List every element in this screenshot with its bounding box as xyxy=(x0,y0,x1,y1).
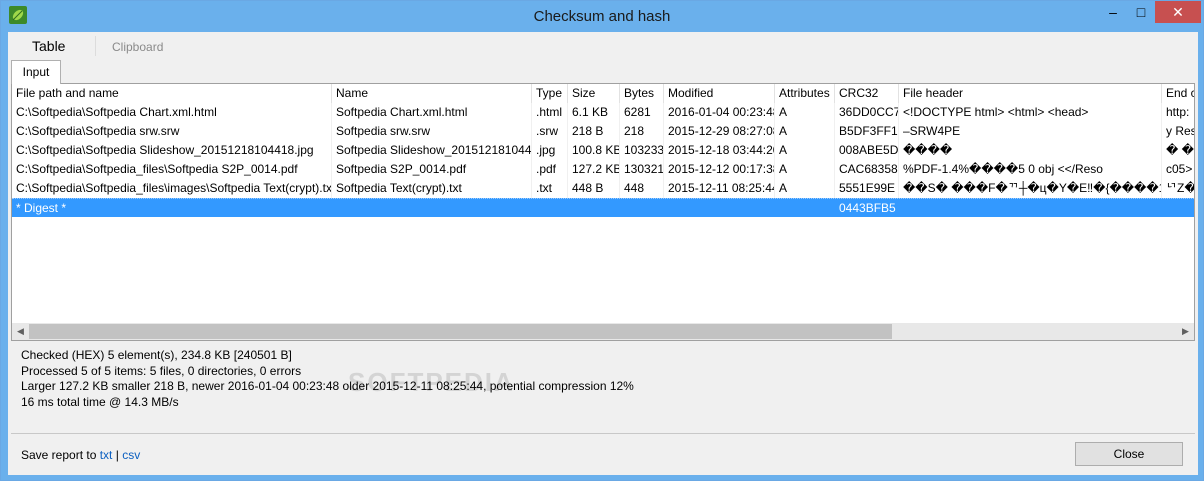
table-header: File path and name Name Type Size Bytes … xyxy=(12,84,1194,103)
column-header-path[interactable]: File path and name xyxy=(12,84,332,103)
cell-modified: 2015-12-12 00:17:38 xyxy=(664,160,775,179)
table-row[interactable]: C:\Softpedia\Softpedia srw.srw Softpedia… xyxy=(12,122,1194,141)
column-header-modified[interactable]: Modified xyxy=(664,84,775,103)
app-window: Checksum and hash – □ ✕ Table Clipboard … xyxy=(0,0,1204,481)
client-area: Table Clipboard Input File path and name… xyxy=(8,32,1198,475)
cell-file-header: <!DOCTYPE html> <html> <head> xyxy=(899,103,1162,122)
column-header-size[interactable]: Size xyxy=(568,84,620,103)
maximize-button[interactable]: □ xyxy=(1127,1,1155,23)
cell-crc32: 008ABE5D xyxy=(835,141,899,160)
status-line-checked: Checked (HEX) 5 element(s), 234.8 KB [24… xyxy=(21,348,292,362)
cell-modified: 2015-12-18 03:44:20 xyxy=(664,141,775,160)
cell-file-header: %PDF-1.4%����5 0 obj <</Reso xyxy=(899,160,1162,179)
cell-crc32: 36DD0CC7 xyxy=(835,103,899,122)
cell-attributes: A xyxy=(775,141,835,160)
table-row[interactable]: C:\Softpedia\Softpedia Chart.xml.html So… xyxy=(12,103,1194,122)
table-row[interactable]: C:\Softpedia\Softpedia_files\images\Soft… xyxy=(12,179,1194,198)
scrollbar-thumb[interactable] xyxy=(29,324,892,339)
column-header-attributes[interactable]: Attributes xyxy=(775,84,835,103)
cell-file-header: ��S� ���F�ᄁ┼�ц�Y�E‼�{����1�[ xyxy=(899,179,1162,198)
table-row[interactable]: C:\Softpedia\Softpedia Slideshow_2015121… xyxy=(12,141,1194,160)
cell-crc32: 5551E99E xyxy=(835,179,899,198)
cell-size: 218 B xyxy=(568,122,620,141)
cell-type: .txt xyxy=(532,179,568,198)
tab-clipboard[interactable]: Clipboard xyxy=(112,40,163,54)
save-txt-link[interactable]: txt xyxy=(100,448,113,462)
cell-type: .pdf xyxy=(532,160,568,179)
divider xyxy=(11,433,1195,434)
cell-name: Softpedia srw.srw xyxy=(332,122,532,141)
save-csv-link[interactable]: csv xyxy=(122,448,140,462)
tab-table[interactable]: Table xyxy=(32,38,65,54)
cell-end: ᄓZ�ᆉ xyxy=(1162,179,1194,198)
cell-name: Softpedia Slideshow_20151218104418.jpg xyxy=(332,141,532,160)
tab-input[interactable]: Input xyxy=(11,60,61,84)
column-header-end[interactable]: End c xyxy=(1162,84,1194,103)
save-report: Save report to txt | csv xyxy=(21,448,140,462)
cell-path: C:\Softpedia\Softpedia_files\images\Soft… xyxy=(12,179,332,198)
cell-path: C:\Softpedia\Softpedia srw.srw xyxy=(12,122,332,141)
results-table[interactable]: File path and name Name Type Size Bytes … xyxy=(11,83,1195,341)
top-tab-bar: Table Clipboard xyxy=(8,32,1198,60)
column-header-file-header[interactable]: File header xyxy=(899,84,1162,103)
title-bar[interactable]: Checksum and hash – □ ✕ xyxy=(1,1,1203,32)
cell-bytes: 130321 xyxy=(620,160,664,179)
cell-file-header: –SRW4PE xyxy=(899,122,1162,141)
close-window-button[interactable]: ✕ xyxy=(1155,1,1201,23)
cell-path: C:\Softpedia\Softpedia Chart.xml.html xyxy=(12,103,332,122)
cell-bytes: 6281 xyxy=(620,103,664,122)
cell-attributes: A xyxy=(775,160,835,179)
cell-end: http: xyxy=(1162,103,1194,122)
cell-name: Softpedia Chart.xml.html xyxy=(332,103,532,122)
status-line-processed: Processed 5 of 5 items: 5 files, 0 direc… xyxy=(21,363,302,378)
minimize-button[interactable]: – xyxy=(1099,1,1127,23)
digest-crc32: 0443BFB5 xyxy=(839,201,896,215)
cell-end: y Res xyxy=(1162,122,1194,141)
cell-type: .jpg xyxy=(532,141,568,160)
status-line-time: 16 ms total time @ 14.3 MB/s xyxy=(21,394,179,409)
cell-bytes: 103233 xyxy=(620,141,664,160)
cell-attributes: A xyxy=(775,179,835,198)
window-title: Checksum and hash xyxy=(533,8,671,25)
cell-modified: 2016-01-04 00:23:48 xyxy=(664,103,775,122)
scroll-left-arrow-icon[interactable]: ◀ xyxy=(12,323,29,340)
column-header-bytes[interactable]: Bytes xyxy=(620,84,664,103)
cell-attributes: A xyxy=(775,122,835,141)
cell-modified: 2015-12-11 08:25:44 xyxy=(664,179,775,198)
digest-row[interactable]: * Digest * 0443BFB5 xyxy=(12,198,1194,217)
digest-label: * Digest * xyxy=(16,201,67,215)
cell-end: c05> xyxy=(1162,160,1194,179)
horizontal-scrollbar[interactable]: ◀ ▶ xyxy=(12,323,1194,340)
column-header-type[interactable]: Type xyxy=(532,84,568,103)
cell-bytes: 448 xyxy=(620,179,664,198)
cell-attributes: A xyxy=(775,103,835,122)
cell-path: C:\Softpedia\Softpedia_files\Softpedia S… xyxy=(12,160,332,179)
cell-size: 6.1 KB xyxy=(568,103,620,122)
cell-type: .html xyxy=(532,103,568,122)
scroll-right-arrow-icon[interactable]: ▶ xyxy=(1177,323,1194,340)
cell-crc32: CAC68358 xyxy=(835,160,899,179)
save-report-label: Save report to xyxy=(21,448,97,462)
cell-bytes: 218 xyxy=(620,122,664,141)
column-header-crc32[interactable]: CRC32 xyxy=(835,84,899,103)
column-header-name[interactable]: Name xyxy=(332,84,532,103)
cell-size: 100.8 KB xyxy=(568,141,620,160)
cell-crc32: B5DF3FF1 xyxy=(835,122,899,141)
cell-end: � � xyxy=(1162,141,1194,160)
cell-modified: 2015-12-29 08:27:08 xyxy=(664,122,775,141)
cell-size: 127.2 KB xyxy=(568,160,620,179)
cell-file-header: ���� xyxy=(899,141,1162,160)
cell-name: Softpedia Text(crypt).txt xyxy=(332,179,532,198)
cell-path: C:\Softpedia\Softpedia Slideshow_2015121… xyxy=(12,141,332,160)
close-button[interactable]: Close xyxy=(1075,442,1183,466)
save-separator: | xyxy=(115,448,119,462)
table-row[interactable]: C:\Softpedia\Softpedia_files\Softpedia S… xyxy=(12,160,1194,179)
cell-name: Softpedia S2P_0014.pdf xyxy=(332,160,532,179)
status-panel: Checked (HEX) 5 element(s), 234.8 KB [24… xyxy=(21,348,634,410)
cell-type: .srw xyxy=(532,122,568,141)
tab-divider xyxy=(95,36,96,56)
cell-size: 448 B xyxy=(568,179,620,198)
status-line-sizes: Larger 127.2 KB smaller 218 B, newer 201… xyxy=(21,379,634,393)
